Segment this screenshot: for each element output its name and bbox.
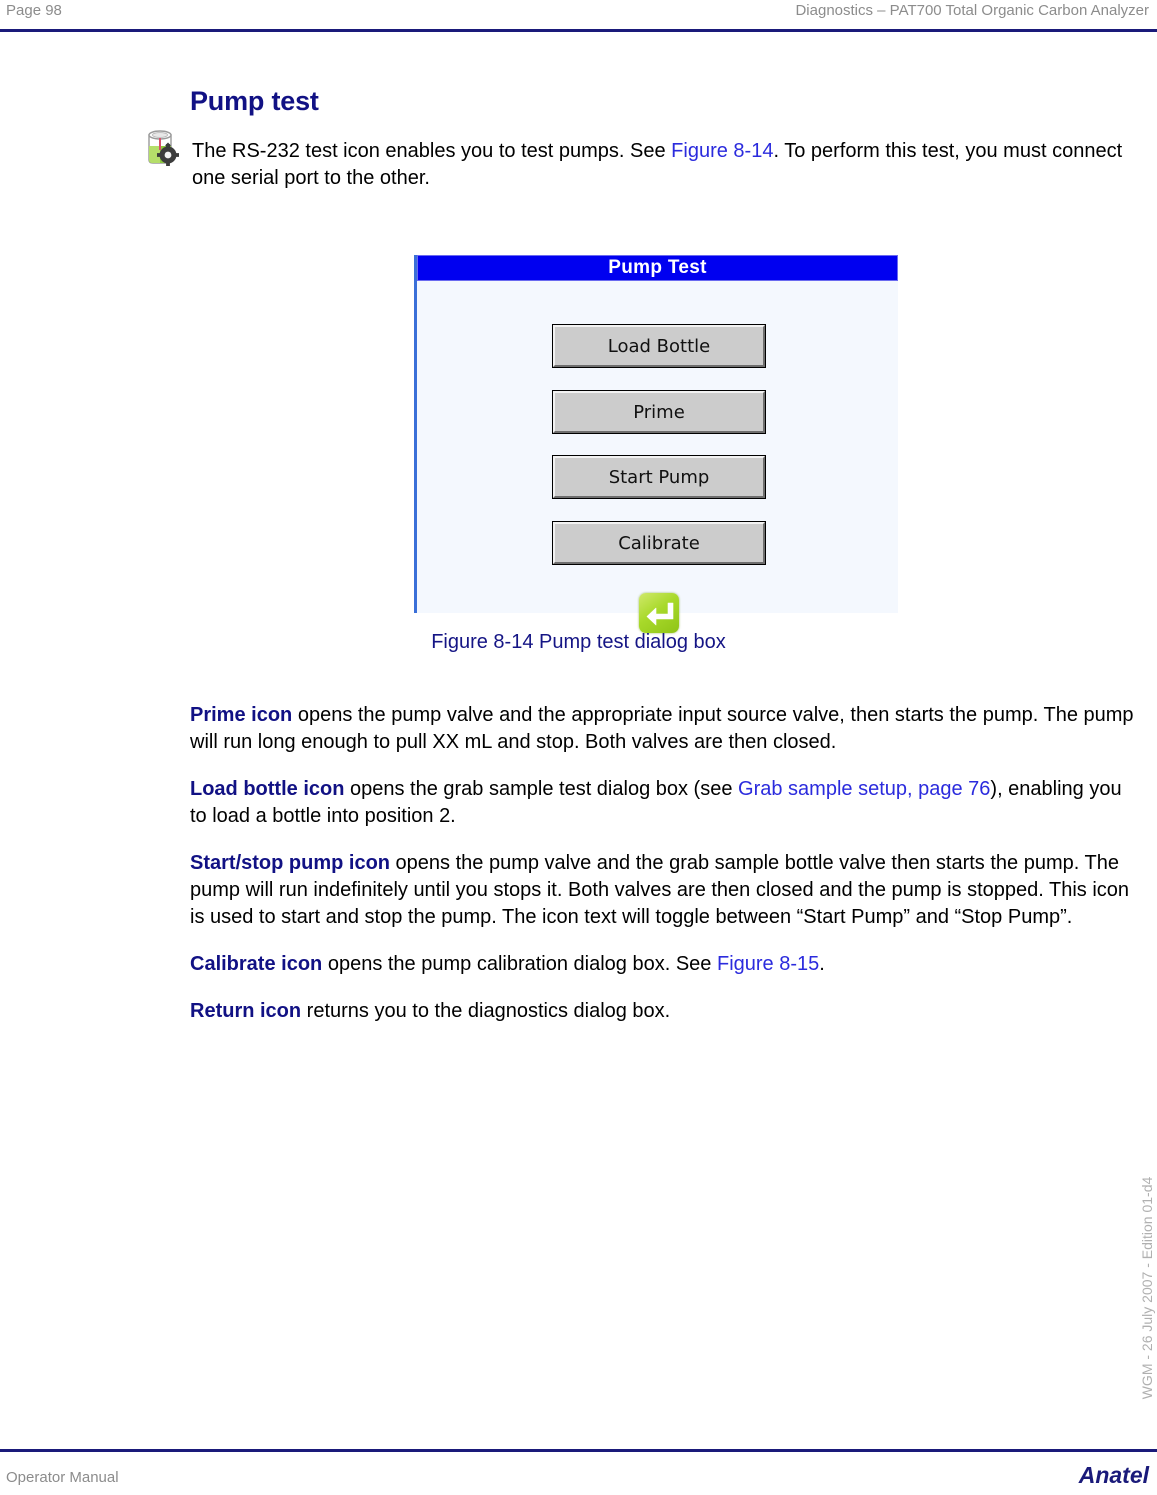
paragraph-load-bottle-icon: Load bottle icon opens the grab sample t… (190, 776, 1140, 830)
load-bottle-button[interactable]: Load Bottle (552, 324, 766, 368)
figure-8-14-link[interactable]: Figure 8-14 (671, 140, 773, 162)
start-pump-button[interactable]: Start Pump (552, 455, 766, 499)
header-document-title: Diagnostics – PAT700 Total Organic Carbo… (795, 2, 1149, 19)
paragraph-lead: Start/stop pump icon (190, 852, 390, 874)
paragraph-prime-icon: Prime icon opens the pump valve and the … (190, 702, 1140, 756)
side-note: WGM - 26 July 2007 - Edition 01-d4 (1127, 1150, 1157, 1440)
beaker-gear-icon (136, 122, 184, 170)
calibrate-button[interactable]: Calibrate (552, 521, 766, 565)
section-heading: Pump test (190, 86, 319, 117)
side-note-text: WGM - 26 July 2007 - Edition 01-d4 (1139, 1176, 1155, 1400)
intro-text-before: The RS-232 test icon enables you to test… (192, 140, 672, 162)
paragraph-lead: Return icon (190, 1000, 302, 1022)
prime-button[interactable]: Prime (552, 390, 766, 434)
paragraph-lead: Prime icon (190, 704, 293, 726)
footer-manual-label: Operator Manual (6, 1469, 119, 1486)
header-rule (0, 29, 1157, 32)
paragraph-calibrate-icon: Calibrate icon opens the pump calibratio… (190, 951, 1140, 978)
paragraph-lead: Calibrate icon (190, 953, 323, 975)
paragraph-text-before: opens the pump calibration dialog box. S… (322, 953, 717, 975)
paragraph-text: opens the pump valve and the appropriate… (190, 704, 1134, 753)
figure-caption: Figure 8-14 Pump test dialog box (431, 631, 726, 653)
grab-sample-setup-link[interactable]: Grab sample setup, page 76 (738, 778, 990, 800)
dialog-title: Pump Test (608, 257, 707, 278)
paragraph-text-before: opens the grab sample test dialog box (s… (344, 778, 739, 800)
footer-brand: Anatel (1078, 1462, 1149, 1488)
figure-8-15-link[interactable]: Figure 8-15 (717, 953, 819, 975)
paragraph-start-stop-pump-icon: Start/stop pump icon opens the pump valv… (190, 850, 1140, 931)
paragraph-lead: Load bottle icon (190, 778, 345, 800)
return-icon[interactable] (639, 593, 679, 633)
paragraph-return-icon: Return icon returns you to the diagnosti… (190, 998, 1140, 1025)
body-copy: Prime icon opens the pump valve and the … (190, 682, 1140, 1032)
page-header: Page 98 Diagnostics – PAT700 Total Organ… (0, 0, 1157, 30)
footer-rule (0, 1449, 1157, 1452)
pump-test-dialog: Pump Test Load Bottle Prime Start Pump C… (414, 255, 898, 633)
intro-paragraph: The RS-232 test icon enables you to test… (192, 138, 1134, 192)
paragraph-text-after: . (819, 953, 825, 975)
header-page-number: Page 98 (6, 2, 62, 19)
dialog-titlebar: Pump Test (417, 255, 898, 281)
dialog-body: Load Bottle Prime Start Pump Calibrate (417, 281, 898, 633)
paragraph-text: returns you to the diagnostics dialog bo… (301, 1000, 671, 1022)
